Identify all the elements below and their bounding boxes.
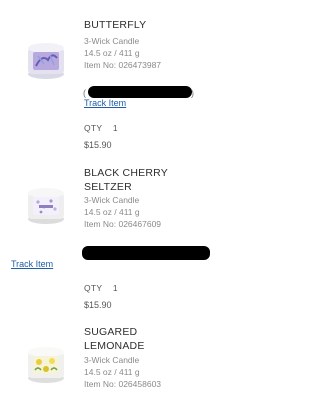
item-size: 14.5 oz / 411 g [84,367,140,377]
item-name: BLACK CHERRY SELTZER [84,167,168,193]
item-size: 14.5 oz / 411 g [84,48,140,58]
item-name: SUGARED LEMONADE [84,326,145,352]
redacted-tracking-number [82,246,210,260]
item-price: $15.90 [84,140,112,150]
qty-value: 1 [112,123,118,133]
item-number: Item No: 026473987 [84,60,162,70]
item-name: BUTTERFLY [84,19,147,31]
track-item-link[interactable]: Track Item [84,98,126,108]
butterfly-candle-image [28,43,64,79]
quantity-row: QTY 1 [84,123,118,133]
track-item-link[interactable]: Track Item [11,259,53,269]
sugared-lemonade-candle-image [28,347,64,383]
redacted-tracking-number [88,86,192,98]
black-cherry-seltzer-candle-image [28,188,64,224]
item-number: Item No: 026467609 [84,219,162,229]
item-type: 3-Wick Candle [84,195,140,205]
quantity-row: QTY 1 [84,283,118,293]
item-type: 3-Wick Candle [84,36,140,46]
qty-label: QTY [84,283,103,293]
item-size: 14.5 oz / 411 g [84,207,140,217]
qty-value: 1 [112,283,118,293]
item-number: Item No: 026458603 [84,379,162,389]
redaction-open-paren: ( [83,88,86,98]
item-price: $15.90 [84,300,112,310]
qty-label: QTY [84,123,103,133]
item-type: 3-Wick Candle [84,355,140,365]
redaction-close-paren: ) [191,88,194,98]
